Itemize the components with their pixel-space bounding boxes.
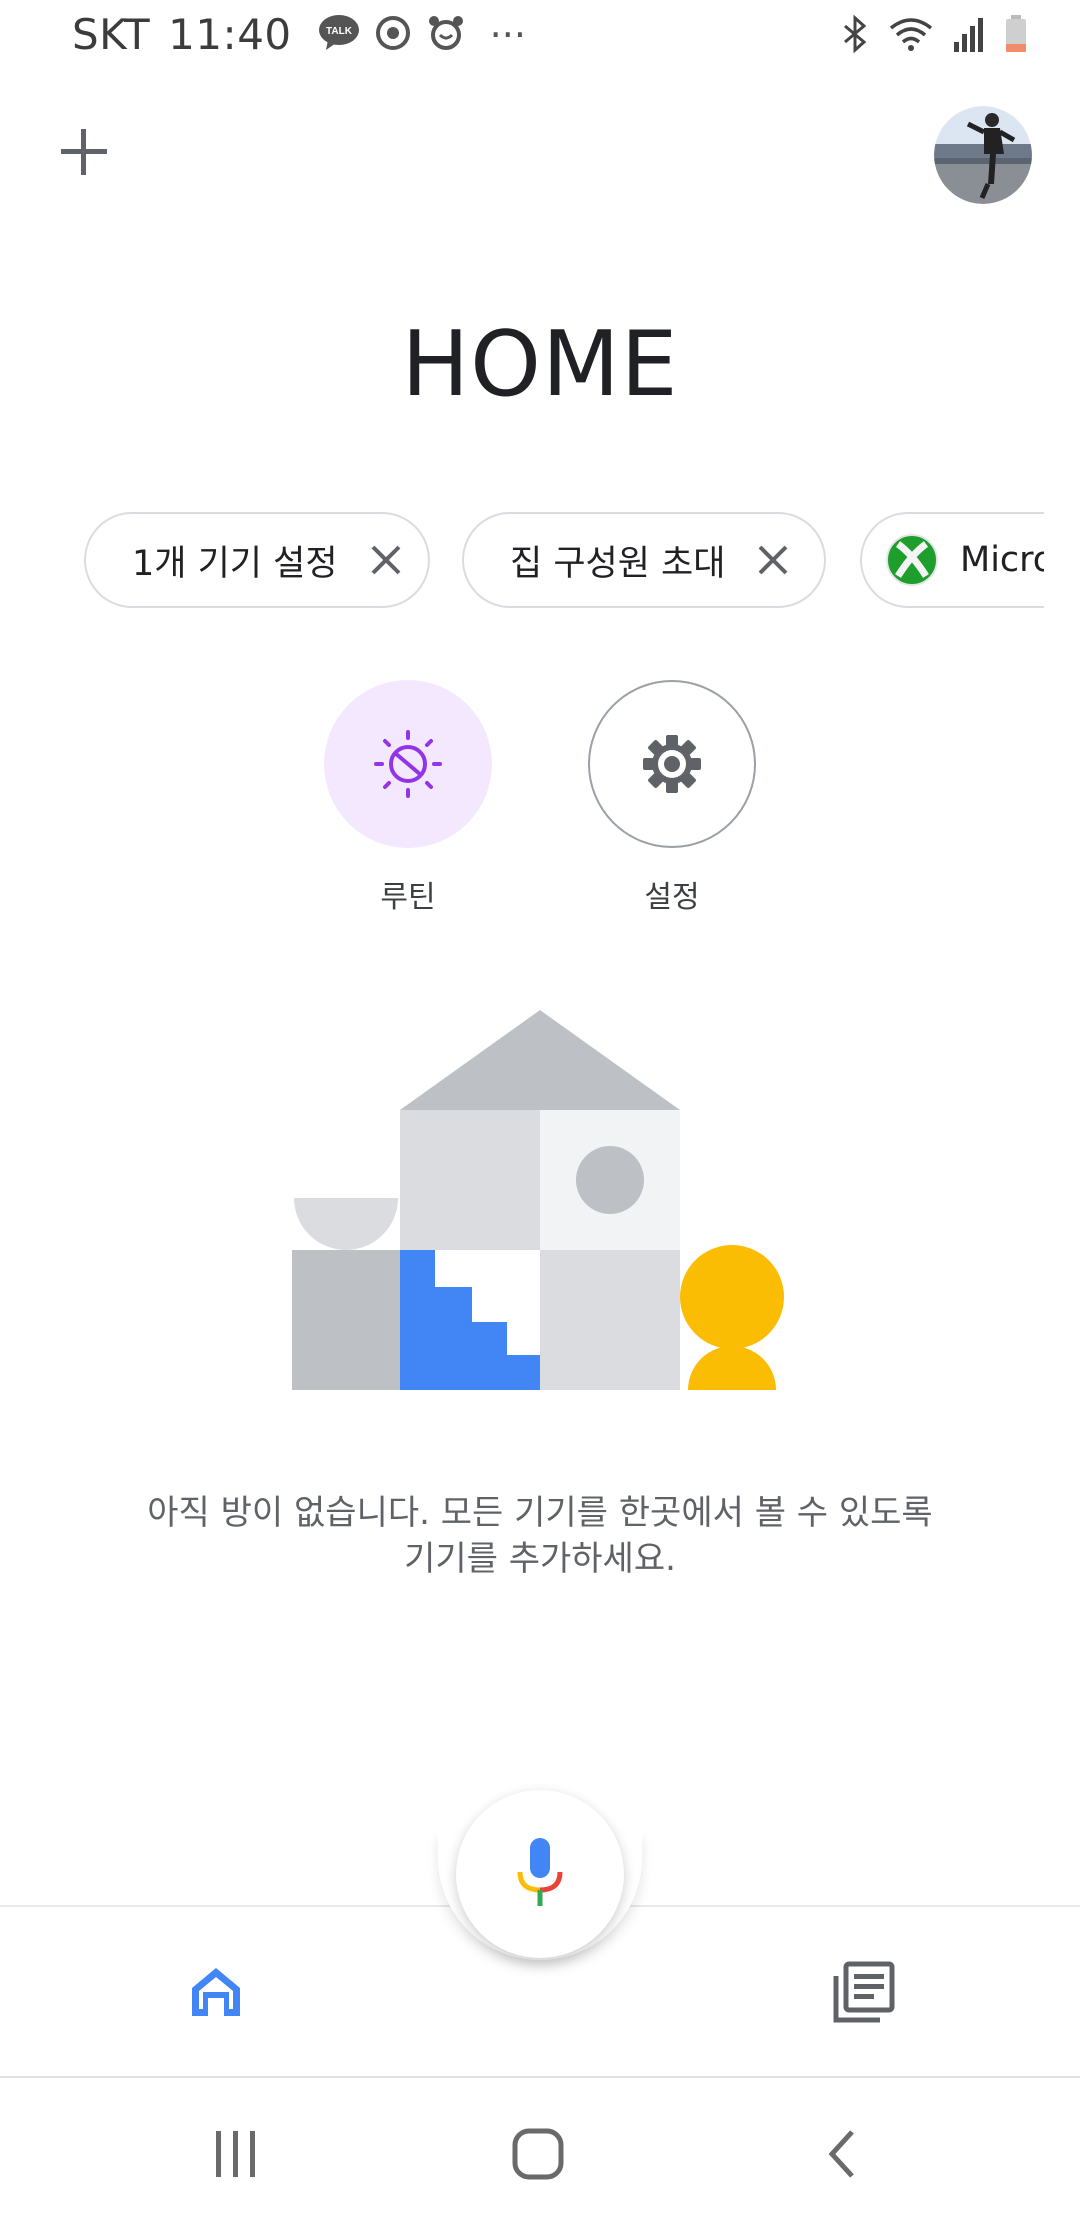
signal-icon	[952, 14, 986, 58]
chip-setup-device-label: 1개 기기 설정	[132, 543, 338, 584]
routine-button[interactable]: 루틴	[323, 680, 493, 916]
alarm-icon	[426, 13, 466, 57]
user-avatar-image	[934, 106, 1032, 204]
gear-icon	[643, 735, 701, 793]
status-time: 11:40	[168, 10, 292, 59]
wifi-icon	[888, 14, 934, 58]
more-dots-icon: ···	[489, 12, 526, 57]
settings-label: 설정	[644, 880, 700, 915]
chip-invite-member-label: 집 구성원 초대	[510, 543, 726, 584]
home-circle-icon	[512, 2128, 564, 2180]
kakaotalk-icon: TALK	[318, 14, 360, 56]
bluetooth-icon	[840, 14, 870, 58]
nav-home-tab[interactable]	[180, 1956, 252, 2028]
xbox-logo-icon	[886, 534, 938, 586]
illustration-roof	[400, 1010, 680, 1110]
routine-sun-icon	[374, 730, 442, 798]
settings-button[interactable]: 설정	[587, 680, 757, 916]
settings-circle	[588, 680, 756, 848]
battery-icon	[1004, 14, 1028, 58]
illustration-block	[400, 1110, 540, 1250]
back-button[interactable]	[806, 2118, 878, 2190]
routine-circle	[324, 680, 492, 848]
chip-setup-device[interactable]: 1개 기기 설정	[84, 512, 430, 608]
status-left: SKT 11:40 TALK ···	[72, 10, 526, 59]
suggestion-chips: 1개 기기 설정 집 구성원 초대 Micro	[84, 512, 1044, 610]
close-icon[interactable]	[751, 538, 795, 582]
illustration-person-head	[680, 1245, 784, 1349]
sync-icon	[374, 14, 412, 56]
illustration-bowl	[294, 1198, 398, 1250]
mic-icon	[517, 1838, 563, 1906]
status-bar: SKT 11:40 TALK ···	[0, 0, 1080, 76]
chip-xbox[interactable]: Micro	[860, 512, 1044, 608]
feed-icon	[833, 1961, 895, 2023]
home-icon	[192, 1968, 240, 2016]
empty-state-message: 아직 방이 없습니다. 모든 기기를 한곳에서 볼 수 있도록 기기를 추가하세…	[147, 1493, 933, 1579]
recent-apps-icon	[216, 2131, 255, 2177]
system-nav-bar	[0, 2076, 1080, 2220]
illustration-block	[292, 1250, 400, 1390]
illustration-person-body	[688, 1346, 776, 1390]
mic-button[interactable]	[456, 1790, 624, 1958]
status-right	[840, 14, 1028, 58]
screen: SKT 11:40 TALK ··· HOME 1개 기기 설정 집 구성원 초…	[0, 0, 1080, 2220]
chip-xbox-label: Micro	[960, 540, 1044, 580]
illustration-circle	[576, 1146, 644, 1214]
empty-home-illustration	[290, 1005, 790, 1405]
back-icon	[828, 2130, 854, 2178]
page-title: HOME	[401, 312, 679, 417]
chip-invite-member[interactable]: 집 구성원 초대	[462, 512, 826, 608]
plus-icon	[61, 129, 107, 175]
nav-feed-tab[interactable]	[828, 1956, 900, 2028]
talk-badge-text: TALK	[326, 26, 353, 37]
status-carrier: SKT	[72, 10, 151, 59]
system-home-button[interactable]	[502, 2118, 574, 2190]
notification-icons: TALK ···	[318, 13, 526, 57]
close-icon[interactable]	[364, 538, 408, 582]
avatar[interactable]	[934, 106, 1032, 204]
routine-label: 루틴	[380, 880, 436, 915]
recent-apps-button[interactable]	[200, 2118, 272, 2190]
add-button[interactable]	[52, 120, 116, 184]
illustration-block	[540, 1250, 680, 1390]
